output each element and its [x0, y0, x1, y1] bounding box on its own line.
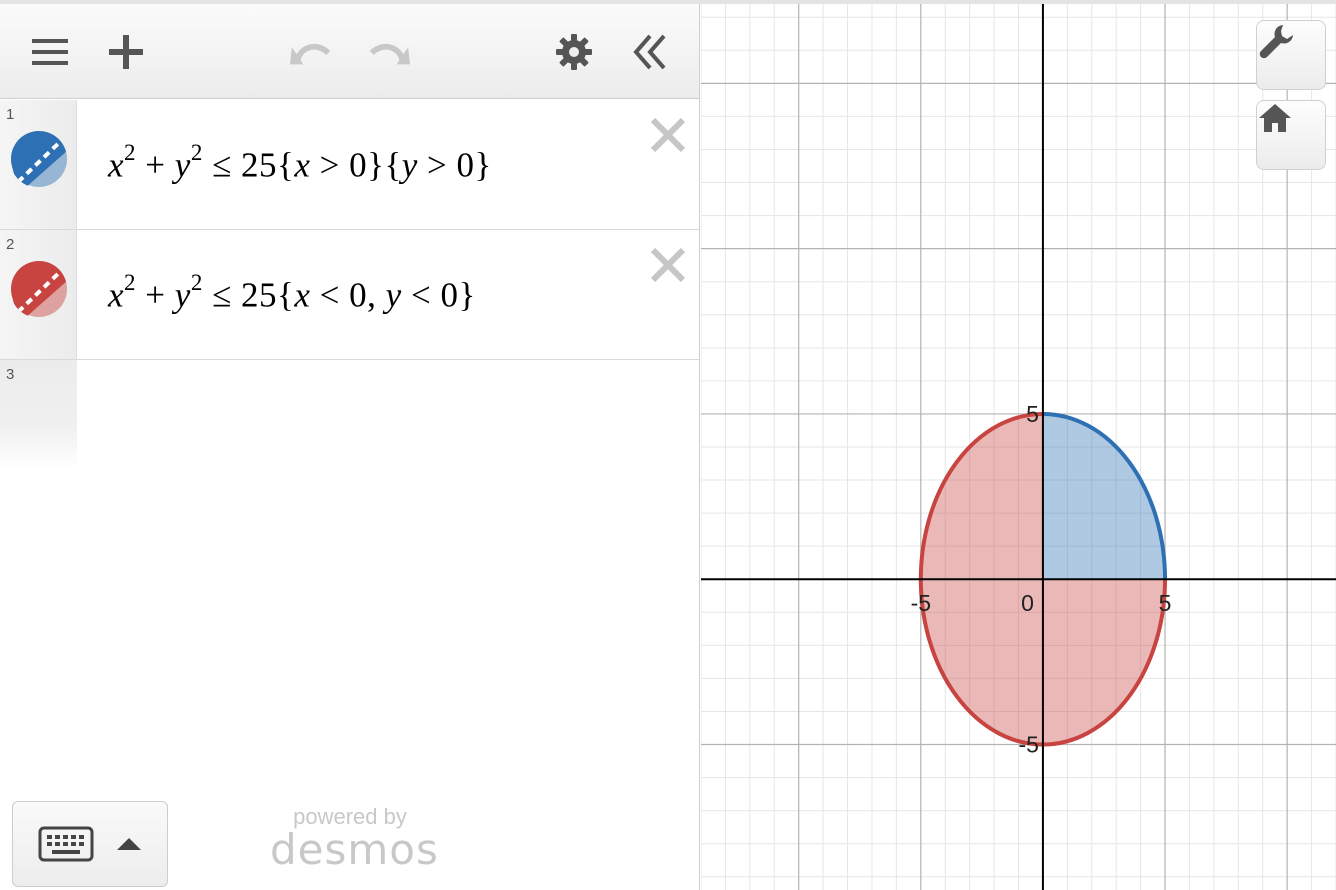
expression-gutter: 1 [0, 100, 77, 229]
wrench-icon [1259, 25, 1293, 59]
keyboard-icon [38, 826, 94, 862]
expression-toolbar [0, 4, 699, 99]
expression-math[interactable]: x2 + y2 ≤ 25{x < 0, y < 0} [108, 270, 476, 316]
keyboard-toggle-button[interactable] [12, 801, 168, 887]
operator: + [136, 275, 175, 315]
inequality-rest: ≤ 25{ [202, 145, 295, 185]
color-swatch-icon[interactable] [10, 130, 68, 188]
operator: + [136, 145, 175, 185]
graph-settings-button[interactable] [1256, 20, 1326, 90]
home-icon [1259, 104, 1291, 132]
hamburger-menu-icon[interactable] [28, 30, 72, 74]
graph-paper[interactable]: -5 0 5 5 -5 [701, 4, 1336, 890]
exponent: 2 [124, 270, 137, 295]
condition-text: > 0} [417, 145, 492, 185]
double-chevron-left-icon[interactable] [628, 30, 672, 74]
color-swatch-icon[interactable] [10, 260, 68, 318]
home-zoom-button[interactable] [1256, 100, 1326, 170]
inequality-rest: ≤ 25{ [202, 275, 295, 315]
var-y: y [401, 145, 418, 185]
origin-label: 0 [1021, 590, 1034, 616]
var-x: x [294, 275, 311, 315]
condition-text: > 0}{ [310, 145, 402, 185]
expression-row-3[interactable]: 3 [0, 360, 699, 470]
var-y: y [174, 275, 191, 315]
expression-row-1[interactable]: 1 x2 + y2 ≤ 25{x > 0}{y > 0} [0, 100, 699, 230]
x-tick-label: -5 [911, 590, 931, 616]
desmos-brand-text: desmos [270, 825, 439, 874]
expression-index: 1 [6, 106, 15, 123]
condition-text: < 0, [310, 275, 386, 315]
condition-text: < 0} [401, 275, 476, 315]
redo-arrow-icon[interactable] [366, 30, 410, 74]
expression-gutter: 2 [0, 230, 77, 359]
delete-expression-icon[interactable] [647, 114, 689, 156]
var-x: x [108, 145, 125, 185]
exponent: 2 [124, 140, 137, 165]
gear-icon[interactable] [552, 30, 596, 74]
y-tick-label: -5 [1018, 732, 1038, 758]
plus-icon[interactable] [104, 30, 148, 74]
undo-arrow-icon[interactable] [290, 30, 334, 74]
expression-index: 3 [6, 366, 15, 383]
powered-by-desmos-logo[interactable]: powered by desmos [270, 804, 439, 874]
exponent: 2 [190, 270, 203, 295]
expression-index: 2 [6, 236, 15, 253]
delete-expression-icon[interactable] [647, 244, 689, 286]
desmos-app: 1 x2 + y2 ≤ 25{x > 0}{y > 0} 2 x2 + y2 ≤… [0, 0, 1336, 890]
graph-canvas[interactable]: -5 0 5 5 -5 [701, 4, 1336, 890]
expression-gutter: 3 [0, 360, 77, 470]
expression-panel: 1 x2 + y2 ≤ 25{x > 0}{y > 0} 2 x2 + y2 ≤… [0, 4, 700, 890]
var-y: y [174, 145, 191, 185]
expression-row-2[interactable]: 2 x2 + y2 ≤ 25{x < 0, y < 0} [0, 230, 699, 360]
var-x: x [108, 275, 125, 315]
expression-math[interactable]: x2 + y2 ≤ 25{x > 0}{y > 0} [108, 140, 492, 186]
var-y: y [385, 275, 402, 315]
exponent: 2 [190, 140, 203, 165]
y-tick-label: 5 [1026, 401, 1039, 427]
var-x: x [294, 145, 311, 185]
caret-up-icon [117, 838, 141, 850]
x-tick-label: 5 [1159, 590, 1172, 616]
